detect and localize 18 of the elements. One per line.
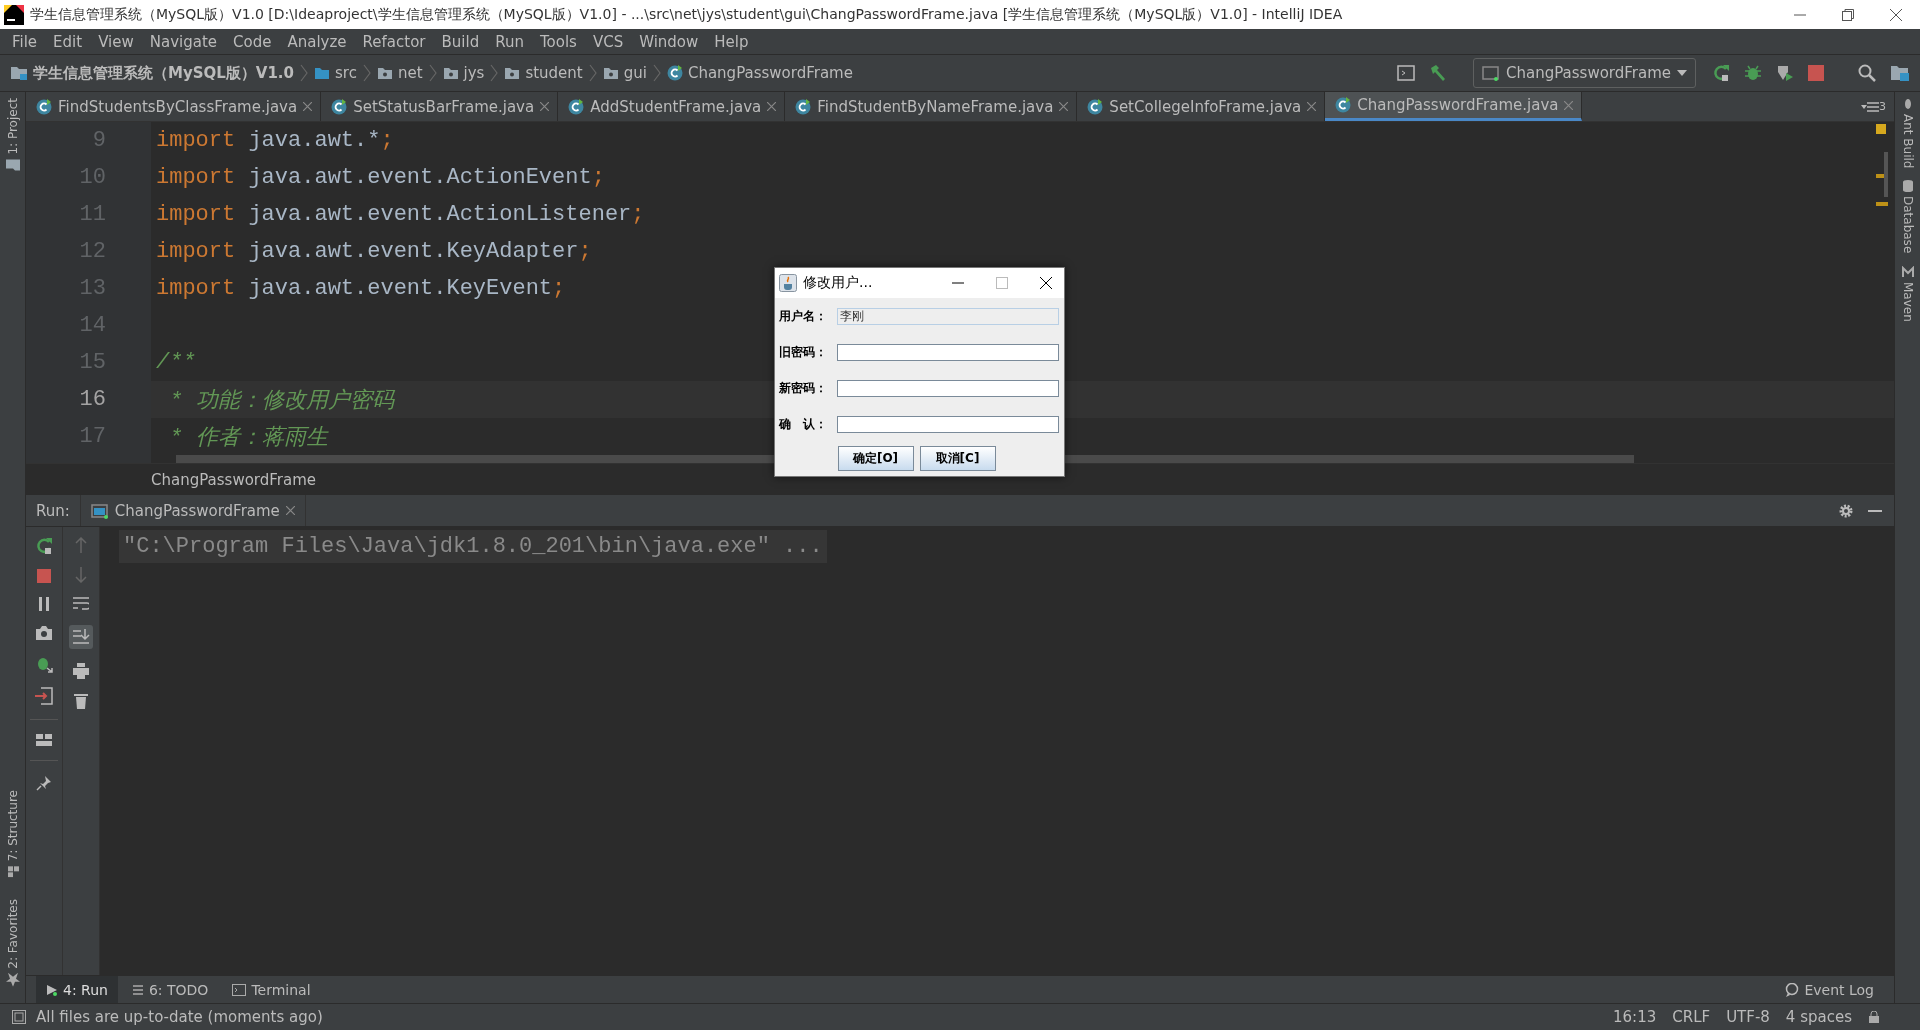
code-line: import java.awt.event.KeyAdapter; xyxy=(156,239,592,264)
run-label: Run: xyxy=(35,501,71,520)
console-output: "C:\Program Files\Java\jdk1.8.0_201\bin\java.exe" ... xyxy=(119,530,827,563)
code-line: import java.awt.*; xyxy=(156,128,394,153)
code-line: /** xyxy=(156,350,196,375)
code-line: import java.awt.event.ActionListener; xyxy=(156,202,645,227)
code-line: * 功能：修改用户密码 xyxy=(168,387,394,415)
line-number: 16 xyxy=(78,387,107,412)
field-label: 确 认： xyxy=(779,415,828,433)
field-label: 新密码： xyxy=(779,379,828,397)
field-label: 用户名： xyxy=(779,307,828,325)
code-line: * 作者：蒋雨生 xyxy=(168,424,328,452)
code-line: import java.awt.event.ActionEvent; xyxy=(156,165,605,190)
window-title: 学生信息管理系统（MySQL版）V1.0 [D:\Ideaproject\学生信息管理系统（MySQL版）V1.0] - ...\src\net\jys\student\gui\ChangPasswordFrame.java [学生信息管理系统（MySQL版）V1.0] - IntelliJ IDEA xyxy=(30,5,1344,24)
dialog-title: 修改用户... xyxy=(803,274,873,292)
code-line: import java.awt.event.KeyEvent; xyxy=(156,276,566,301)
field-label: 旧密码： xyxy=(779,343,828,361)
status-message: All files are up-to-date (moments ago) xyxy=(36,1008,323,1026)
